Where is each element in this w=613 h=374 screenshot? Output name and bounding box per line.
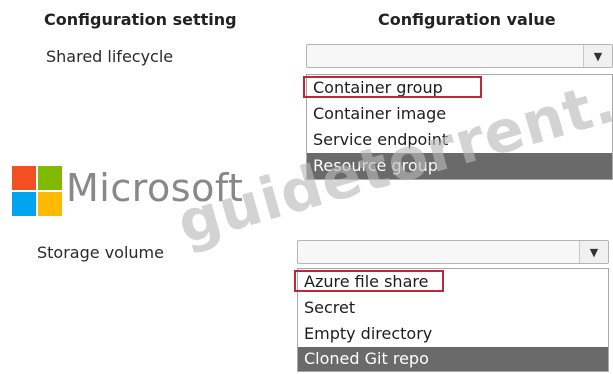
storage-volume-dropdown[interactable]: ▼ [297,240,609,264]
option-label: Empty directory [304,324,433,343]
logo-square-yellow [38,192,62,216]
option-label: Secret [304,298,356,317]
option-azure-file-share[interactable]: Azure file share [294,269,608,295]
chevron-down-icon[interactable]: ▼ [583,45,612,67]
option-label: Cloned Git repo [304,349,429,368]
answer-highlight-box [303,76,482,98]
option-secret[interactable]: Secret [298,295,608,321]
configuration-value-header: Configuration value [378,10,556,29]
chevron-down-icon[interactable]: ▼ [579,241,608,263]
logo-square-red [12,166,36,190]
logo-square-green [38,166,62,190]
logo-square-blue [12,192,36,216]
option-empty-directory[interactable]: Empty directory [298,321,608,347]
storage-volume-label: Storage volume [37,243,164,262]
option-cloned-git-repo[interactable]: Cloned Git repo [298,347,608,371]
answer-highlight-box [294,270,444,292]
configuration-setting-header: Configuration setting [44,10,237,29]
storage-volume-options-list: Azure file share Secret Empty directory … [294,268,609,372]
shared-lifecycle-dropdown[interactable]: ▼ [306,44,613,68]
shared-lifecycle-label: Shared lifecycle [46,47,174,66]
